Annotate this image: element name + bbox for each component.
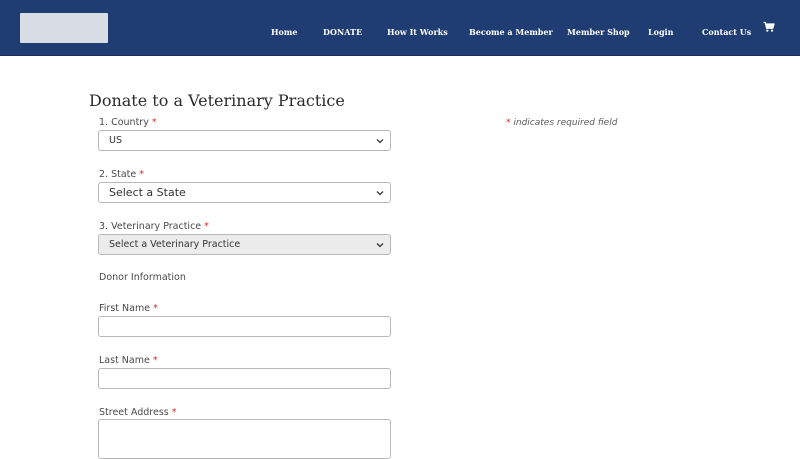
nav-become-a-member[interactable]: Become a Member bbox=[469, 27, 553, 37]
required-marker: * bbox=[171, 407, 177, 418]
required-marker: * bbox=[204, 221, 209, 232]
required-marker: * bbox=[152, 355, 158, 366]
required-marker: * bbox=[506, 118, 511, 128]
street-address-input[interactable] bbox=[98, 419, 391, 459]
site-logo[interactable] bbox=[20, 13, 108, 43]
nav-donate[interactable]: DONATE bbox=[323, 27, 362, 37]
donor-information-heading: Donor Information bbox=[99, 272, 186, 283]
practice-label: 3. Veterinary Practice * bbox=[99, 221, 209, 232]
practice-label-text: 3. Veterinary Practice bbox=[99, 221, 202, 232]
shopping-cart-icon[interactable] bbox=[763, 21, 775, 33]
chevron-down-icon bbox=[376, 243, 384, 248]
required-marker: * bbox=[139, 169, 145, 180]
nav-home[interactable]: Home bbox=[271, 27, 297, 37]
nav-how-it-works[interactable]: How It Works bbox=[387, 27, 448, 37]
street-address-label-text: Street Address bbox=[99, 407, 169, 418]
first-name-label-text: First Name bbox=[99, 303, 151, 314]
nav-login[interactable]: Login bbox=[648, 27, 673, 37]
last-name-label-text: Last Name bbox=[99, 355, 150, 366]
chevron-down-icon bbox=[376, 139, 384, 144]
required-note-text: indicates required field bbox=[513, 118, 618, 128]
page-title: Donate to a Veterinary Practice bbox=[89, 91, 345, 110]
state-label: 2. State * bbox=[99, 169, 144, 180]
country-label-text: 1. Country bbox=[99, 117, 149, 128]
required-marker: * bbox=[151, 117, 157, 128]
nav-member-shop[interactable]: Member Shop bbox=[567, 27, 630, 37]
state-select-value: Select a State bbox=[109, 186, 186, 199]
required-marker: * bbox=[153, 303, 158, 314]
country-label: 1. Country * bbox=[99, 117, 157, 128]
country-select-value: US bbox=[109, 135, 122, 146]
practice-select[interactable]: Select a Veterinary Practice bbox=[98, 234, 391, 255]
chevron-down-icon bbox=[376, 191, 384, 196]
first-name-label: First Name * bbox=[99, 303, 158, 314]
required-field-note: * indicates required field bbox=[506, 118, 617, 128]
practice-select-value: Select a Veterinary Practice bbox=[109, 239, 241, 250]
state-select[interactable]: Select a State bbox=[98, 182, 391, 203]
state-label-text: 2. State bbox=[99, 169, 137, 180]
country-select[interactable]: US bbox=[98, 130, 391, 151]
nav-contact-us[interactable]: Contact Us bbox=[702, 27, 751, 37]
last-name-label: Last Name * bbox=[99, 355, 158, 366]
last-name-input[interactable] bbox=[98, 368, 391, 389]
site-header: Home DONATE How It Works Become a Member… bbox=[0, 0, 800, 56]
street-address-label: Street Address * bbox=[99, 407, 177, 418]
first-name-input[interactable] bbox=[98, 316, 391, 337]
